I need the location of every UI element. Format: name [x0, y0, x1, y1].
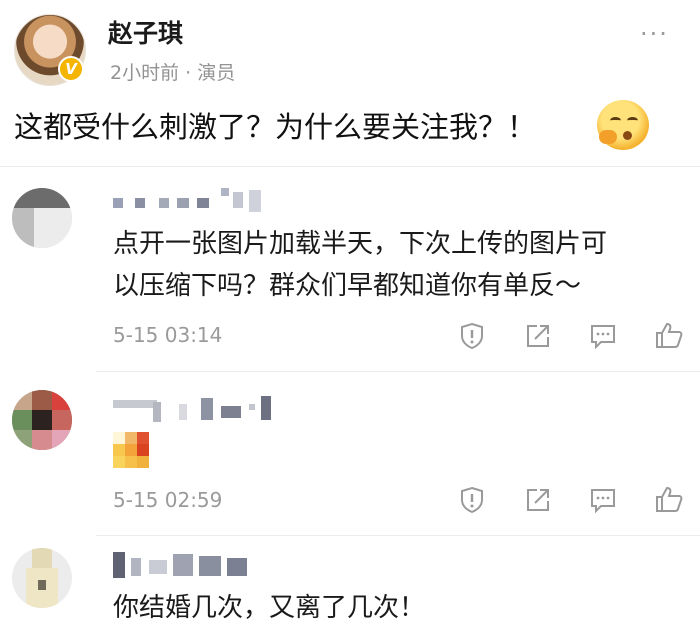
more-options-icon[interactable]: ···: [640, 20, 669, 48]
comment-icon[interactable]: [588, 485, 618, 515]
post-author-name[interactable]: 赵子琪: [108, 14, 183, 50]
comment-text: 以压缩下吗？群众们早都知道你有单反～: [113, 271, 582, 301]
commenter-name-blurred[interactable]: [113, 550, 253, 578]
commenter-name-blurred[interactable]: [113, 396, 273, 424]
report-icon[interactable]: [457, 485, 487, 515]
comment-timestamp: 5-15 03:14: [113, 323, 223, 347]
divider: [96, 535, 700, 536]
report-icon[interactable]: [457, 321, 487, 351]
divider: [0, 166, 700, 167]
shushing-face-emoji-icon: [597, 100, 649, 150]
verified-badge-icon: V: [58, 56, 84, 82]
comment-avatar[interactable]: [12, 548, 72, 608]
comment-avatar[interactable]: [12, 390, 72, 450]
post-meta: 2小时前 · 演员: [110, 62, 236, 84]
post-content: 这都受什么刺激了？为什么要关注我？！: [14, 110, 537, 144]
comment-avatar[interactable]: [12, 188, 72, 248]
share-icon[interactable]: [523, 485, 553, 515]
like-icon[interactable]: [654, 484, 684, 514]
comment-text: 你结婚几次，又离了几次！: [113, 593, 426, 623]
comment-text: 点开一张图片加载半天，下次上传的图片可: [113, 229, 608, 259]
sticker-emoji-pixelated: [113, 432, 149, 468]
comment-icon[interactable]: [588, 321, 618, 351]
commenter-name-blurred[interactable]: [113, 188, 263, 214]
comment-timestamp: 5-15 02:59: [113, 488, 223, 512]
share-icon[interactable]: [523, 321, 553, 351]
divider: [96, 371, 700, 372]
like-icon[interactable]: [654, 320, 684, 350]
